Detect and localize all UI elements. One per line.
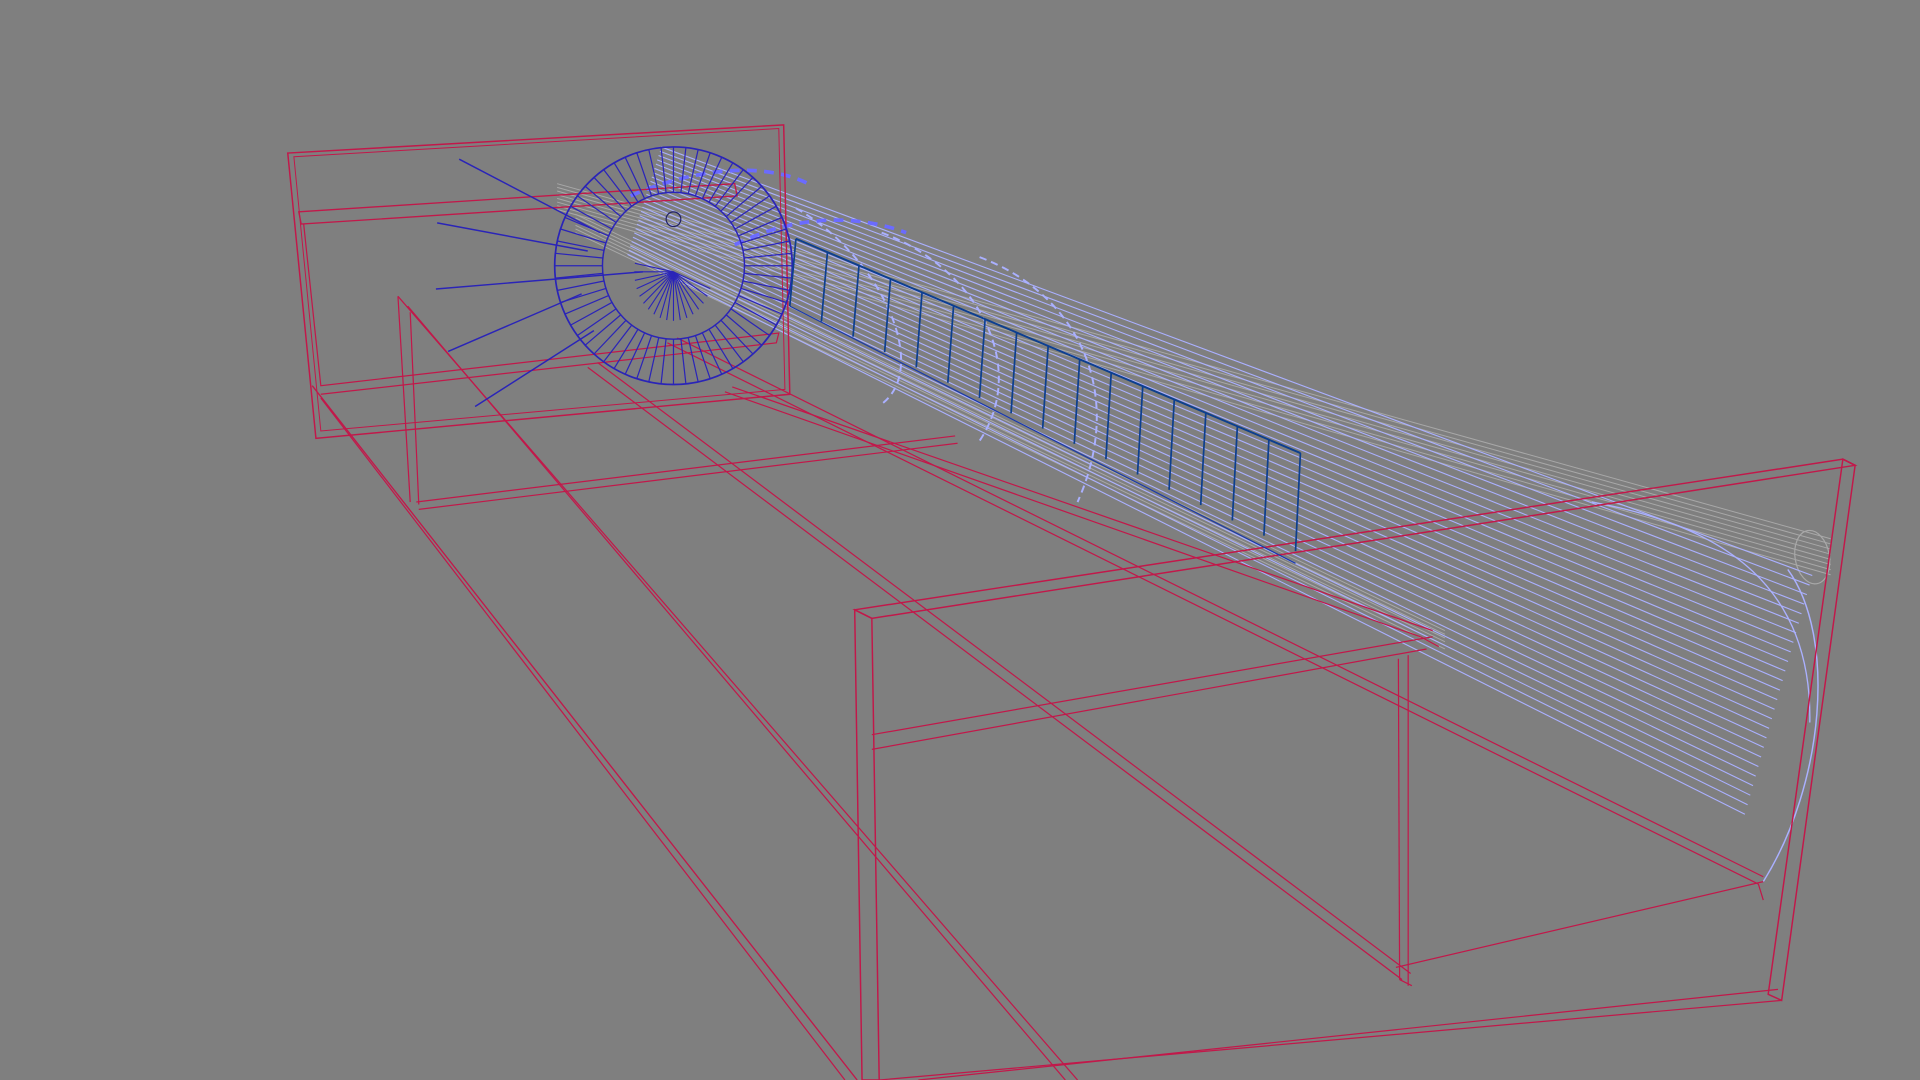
3d-viewport[interactable]: [0, 0, 1920, 1080]
grey-pipe: [557, 183, 1831, 650]
wireframe-scene: [0, 0, 1920, 1080]
tunnel-shell: [627, 146, 1819, 883]
scene-root: [286, 124, 1858, 1080]
structure-frame: [286, 124, 1858, 1080]
